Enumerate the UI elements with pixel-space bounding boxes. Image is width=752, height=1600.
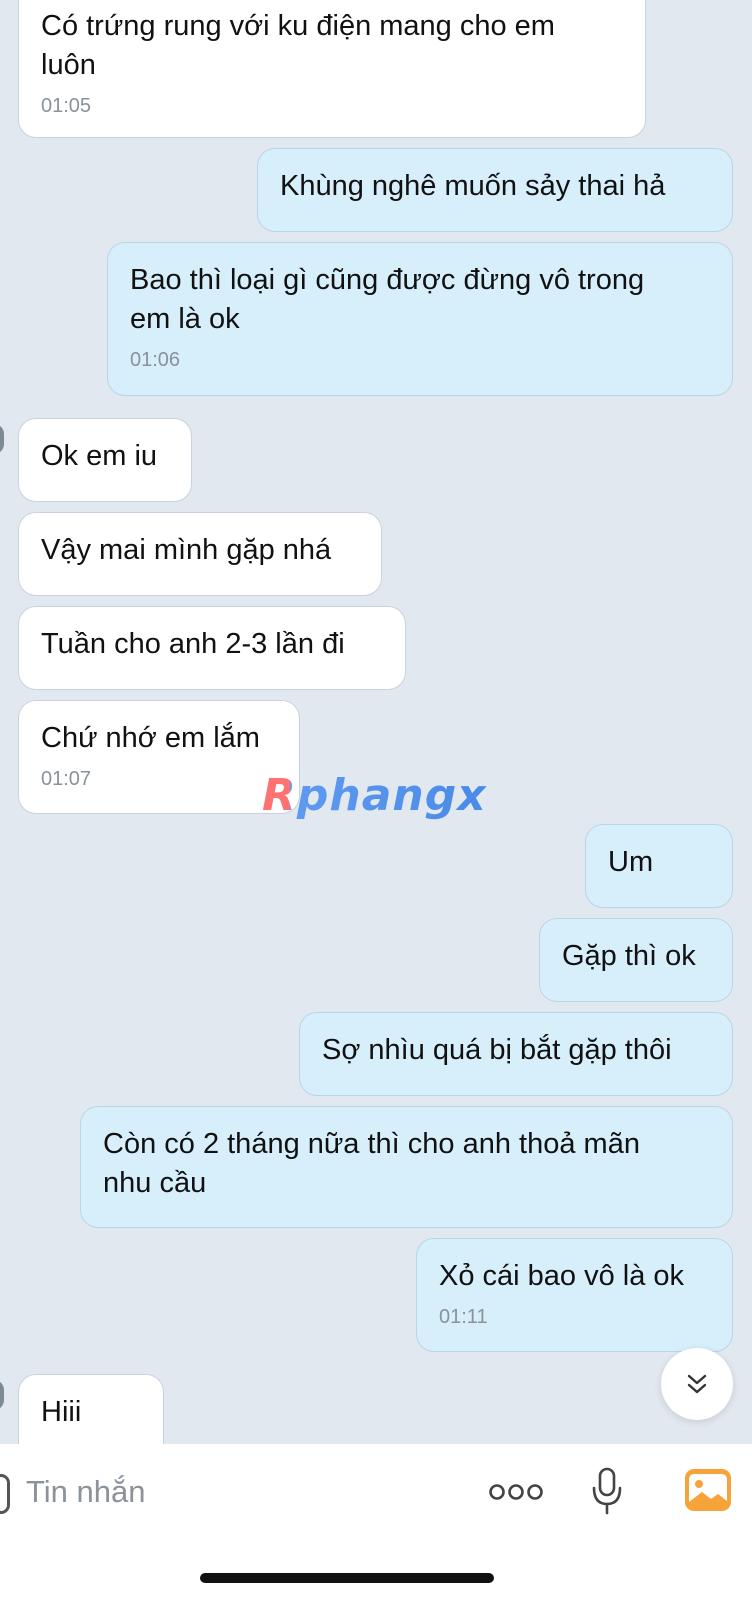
message-bubble[interactable]: Xỏ cái bao vô là ok 01:11 bbox=[416, 1238, 733, 1352]
watermark-logo: Rphangx bbox=[262, 770, 487, 821]
message-time: 01:11 bbox=[439, 1306, 488, 1328]
message-text: Khùng nghê muốn sảy thai hả bbox=[280, 170, 666, 202]
message-text: Sợ nhìu quá bị bắt gặp thôi bbox=[322, 1034, 672, 1066]
avatar[interactable] bbox=[0, 1380, 4, 1410]
message-time: 01:07 bbox=[41, 768, 92, 790]
message-text: Tuần cho anh 2-3 lần đi bbox=[41, 628, 345, 660]
message-bubble[interactable]: Khùng nghê muốn sảy thai hả bbox=[257, 148, 733, 232]
message-text: Chứ nhớ em lắm bbox=[41, 722, 260, 754]
message-text: Um bbox=[608, 846, 654, 878]
message-bubble[interactable]: Có trứng rung với ku điện mang cho em lu… bbox=[18, 0, 646, 138]
home-indicator bbox=[200, 1573, 494, 1583]
message-bubble[interactable]: Ok em iu bbox=[18, 418, 192, 502]
double-chevron-down-icon bbox=[687, 1374, 707, 1394]
message-text: Có trứng rung với ku điện mang cho em lu… bbox=[41, 10, 555, 81]
message-text: Gặp thì ok bbox=[562, 940, 696, 972]
more-dots-icon[interactable] bbox=[488, 1482, 544, 1502]
message-text: Hiii bbox=[41, 1396, 82, 1428]
message-bubble[interactable]: Tuần cho anh 2-3 lần đi bbox=[18, 606, 406, 690]
message-bubble[interactable]: Sợ nhìu quá bị bắt gặp thôi bbox=[299, 1012, 733, 1096]
message-text: Ok em iu bbox=[41, 440, 158, 472]
image-gallery-icon[interactable] bbox=[684, 1468, 732, 1512]
avatar[interactable] bbox=[0, 424, 4, 454]
message-time: 01:06 bbox=[130, 349, 181, 371]
message-bubble[interactable]: Um bbox=[585, 824, 733, 908]
message-bubble[interactable]: Chứ nhớ em lắm 01:07 bbox=[18, 700, 300, 814]
message-text: Bao thì loại gì cũng được đừng vô trong … bbox=[130, 264, 645, 335]
message-bubble[interactable]: Bao thì loại gì cũng được đừng vô trong … bbox=[107, 242, 733, 396]
message-bubble[interactable]: Gặp thì ok bbox=[539, 918, 733, 1002]
microphone-icon[interactable] bbox=[590, 1466, 624, 1516]
scroll-to-bottom-button[interactable] bbox=[661, 1348, 733, 1420]
message-text: Vậy mai mình gặp nhá bbox=[41, 534, 332, 566]
emoji-icon[interactable] bbox=[0, 1474, 10, 1514]
message-text: Còn có 2 tháng nữa thì cho anh thoả mãn … bbox=[103, 1128, 640, 1199]
message-input[interactable]: Tin nhắn bbox=[26, 1474, 146, 1510]
message-bubble[interactable]: Còn có 2 tháng nữa thì cho anh thoả mãn … bbox=[80, 1106, 733, 1228]
message-bubble[interactable]: Vậy mai mình gặp nhá bbox=[18, 512, 382, 596]
message-time: 01:05 bbox=[41, 95, 92, 117]
message-text: Xỏ cái bao vô là ok bbox=[439, 1260, 685, 1292]
